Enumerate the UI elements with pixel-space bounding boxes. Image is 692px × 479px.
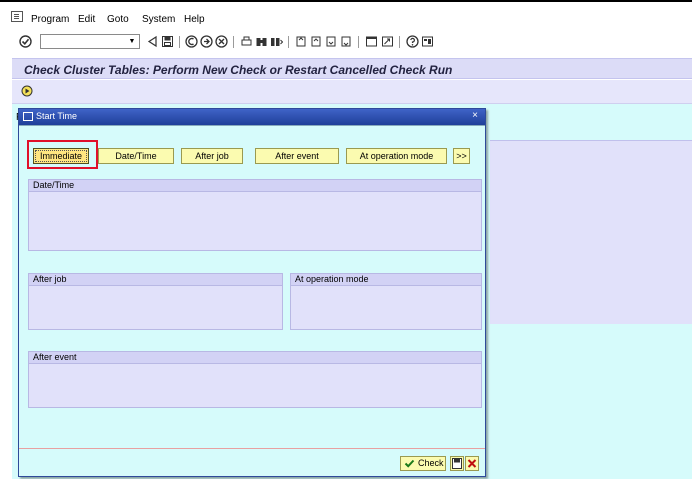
- datetime-group: Date/Time: [28, 179, 482, 251]
- back-green-icon[interactable]: [185, 35, 198, 48]
- toolbar-separator: [358, 36, 359, 48]
- chevron-down-icon[interactable]: ▼: [126, 36, 138, 47]
- cancel-icon[interactable]: [215, 35, 228, 48]
- first-page-icon[interactable]: [295, 35, 308, 48]
- at-operation-mode-group-label: At operation mode: [295, 274, 369, 284]
- next-page-icon[interactable]: [325, 35, 338, 48]
- application-toolbar: [12, 80, 692, 104]
- close-icon[interactable]: ×: [469, 110, 481, 122]
- dialog-divider: [19, 125, 485, 126]
- at-operation-mode-group: At operation mode: [290, 273, 482, 330]
- start-time-dialog: Start Time × Immediate Date/Time After j…: [18, 108, 486, 477]
- more-button[interactable]: >>: [453, 148, 470, 164]
- enter-icon[interactable]: [19, 35, 32, 48]
- toolbar-separator: [179, 36, 180, 48]
- cancel-button[interactable]: [465, 456, 479, 471]
- previous-page-icon[interactable]: [310, 35, 323, 48]
- shortcut-icon[interactable]: [381, 35, 394, 48]
- group-header: After event: [29, 352, 481, 364]
- command-field[interactable]: ▼: [40, 34, 140, 49]
- toolbar-separator: [233, 36, 234, 48]
- last-page-icon[interactable]: [340, 35, 353, 48]
- print-icon[interactable]: [240, 35, 253, 48]
- check-button[interactable]: Check: [400, 456, 446, 471]
- menu-goto[interactable]: Goto: [107, 14, 129, 25]
- back-icon[interactable]: [147, 35, 160, 48]
- save-icon[interactable]: [161, 35, 174, 48]
- check-button-label: Check: [418, 458, 444, 468]
- group-header: At operation mode: [291, 274, 481, 286]
- at-operation-mode-button[interactable]: At operation mode: [346, 148, 447, 164]
- title-bar: Check Cluster Tables: Perform New Check …: [12, 58, 692, 79]
- save-icon: [452, 458, 462, 469]
- menu-bar: Program Edit Goto System Help: [0, 0, 692, 31]
- datetime-button[interactable]: Date/Time: [98, 148, 174, 164]
- standard-toolbar: ▼: [0, 31, 692, 53]
- find-next-icon[interactable]: [270, 35, 283, 48]
- dialog-title-bar[interactable]: Start Time ×: [19, 109, 485, 125]
- page-title: Check Cluster Tables: Perform New Check …: [24, 63, 453, 77]
- toolbar-separator: [399, 36, 400, 48]
- datetime-group-label: Date/Time: [33, 180, 75, 190]
- close-icon: [467, 459, 477, 468]
- after-event-group-label: After event: [33, 352, 77, 362]
- dialog-window-icon: [23, 112, 33, 121]
- group-header: Date/Time: [29, 180, 481, 192]
- checkmark-icon: [404, 459, 415, 468]
- exit-icon[interactable]: [200, 35, 213, 48]
- execute-icon[interactable]: [21, 85, 33, 97]
- after-job-button[interactable]: After job: [181, 148, 243, 164]
- find-icon[interactable]: [255, 35, 268, 48]
- background-panel: [490, 140, 692, 324]
- help-icon[interactable]: [406, 35, 419, 48]
- after-event-group: After event: [28, 351, 482, 408]
- toolbar-separator: [288, 36, 289, 48]
- create-session-icon[interactable]: [365, 35, 378, 48]
- command-input[interactable]: [41, 35, 125, 48]
- group-header: After job: [29, 274, 282, 286]
- layout-icon[interactable]: [421, 35, 434, 48]
- dialog-footer-divider: [19, 448, 485, 449]
- save-button[interactable]: [450, 456, 464, 471]
- menu-help[interactable]: Help: [184, 14, 205, 25]
- dialog-title: Start Time: [36, 111, 78, 121]
- after-job-group-label: After job: [33, 274, 67, 284]
- menu-program[interactable]: Program: [31, 14, 69, 25]
- menu-edit[interactable]: Edit: [78, 14, 95, 25]
- after-job-group: After job: [28, 273, 283, 330]
- menu-system[interactable]: System: [142, 14, 175, 25]
- app-menu-icon[interactable]: [11, 11, 23, 22]
- after-event-button[interactable]: After event: [255, 148, 339, 164]
- immediate-button[interactable]: Immediate: [33, 148, 89, 164]
